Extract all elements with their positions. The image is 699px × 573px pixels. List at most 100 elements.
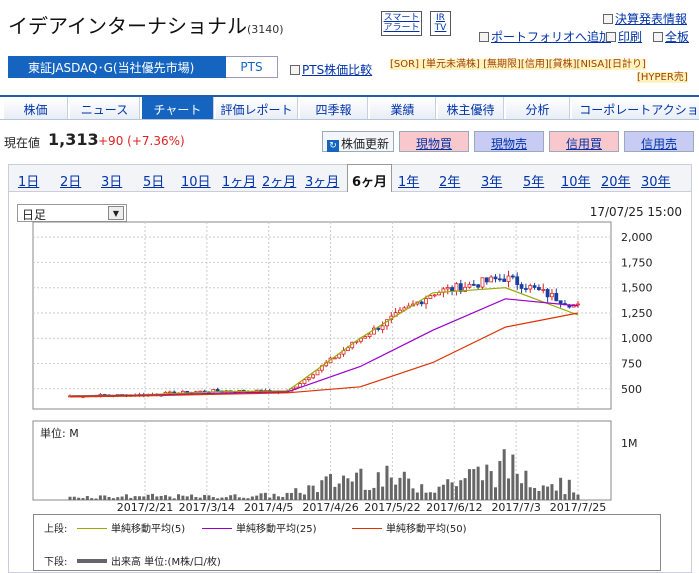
x-tick-label: 2017/3/14 [179, 501, 235, 514]
candle-body [311, 374, 316, 379]
volume-bar [528, 487, 532, 500]
volume-bar [546, 486, 550, 500]
volume-bar [164, 495, 168, 500]
candle-body [380, 325, 385, 330]
volume-bar [103, 495, 107, 500]
candle-body [471, 283, 476, 286]
candle-body [367, 333, 372, 338]
volume-bar [424, 492, 428, 500]
volume-bar [450, 482, 454, 500]
volume-bar [428, 492, 432, 500]
volume-bar [168, 496, 172, 500]
candle-body [519, 284, 524, 289]
volume-bar [185, 496, 189, 500]
volume-bar [433, 492, 437, 500]
volume-bar [233, 494, 237, 500]
volume-bar [181, 495, 185, 500]
candle-body [480, 277, 485, 288]
volume-bar [116, 497, 120, 500]
volume-bar [476, 466, 480, 500]
volume-tick-label: 1M [621, 437, 638, 450]
volume-bar [229, 495, 233, 500]
volume-bar [407, 478, 411, 500]
volume-bar [467, 469, 471, 500]
volume-bar [372, 487, 376, 500]
volume-bar [177, 494, 181, 500]
candle-body [537, 287, 541, 290]
volume-bar [329, 474, 333, 500]
volume-bar [281, 496, 285, 500]
volume-bar [198, 497, 202, 500]
volume-bar [376, 472, 380, 500]
candle-body [445, 287, 450, 290]
volume-bar [276, 496, 280, 500]
candle-body [554, 292, 559, 302]
y-tick-label: 750 [621, 358, 642, 371]
candle-body [510, 275, 515, 278]
candle-body [545, 289, 550, 298]
y-tick-label: 1,500 [621, 282, 653, 295]
volume-bar [394, 484, 398, 500]
volume-bar [124, 494, 128, 500]
x-tick-label: 2017/4/5 [244, 501, 293, 514]
candle-body [497, 278, 502, 281]
volume-bar [250, 496, 254, 500]
x-tick-label: 2017/5/22 [364, 501, 420, 514]
y-tick-label: 2,000 [621, 231, 653, 244]
volume-bar [554, 490, 558, 500]
volume-bar [224, 497, 228, 500]
volume-bar [129, 497, 133, 500]
volume-bar [441, 484, 445, 500]
volume-bar [415, 492, 419, 500]
volume-bar [289, 493, 293, 500]
candle-body [502, 278, 507, 282]
candle-body [476, 284, 481, 288]
volume-bar [420, 484, 424, 500]
volume-bar [85, 496, 89, 500]
price-chart: 2,000 1,750 1,500 1,250 1,000 750 500 1M 2017/2/… [32, 221, 653, 514]
volume-bar [211, 497, 215, 500]
x-tick-label: 2017/6/12 [426, 501, 482, 514]
volume-bar [454, 486, 458, 500]
volume-bar [515, 473, 519, 500]
candle-body [506, 275, 511, 282]
volume-bar [194, 496, 198, 500]
volume-bar [142, 496, 146, 500]
candle-body [454, 283, 459, 292]
candle-body [532, 285, 537, 288]
volume-bar [507, 478, 511, 500]
candle-body [419, 301, 424, 305]
volume-bar [137, 496, 141, 500]
volume-bar [298, 492, 302, 500]
y-tick-label: 1,750 [621, 256, 653, 269]
volume-bar [385, 465, 389, 500]
candle-body [167, 391, 172, 394]
volume-bar [398, 477, 402, 500]
volume-bar [559, 477, 563, 500]
legend-ma25: 単純移動平均(25) [202, 520, 317, 535]
candle-body [428, 295, 433, 299]
candle-body [528, 285, 533, 290]
volume-bar [359, 468, 363, 500]
volume-bar [220, 497, 224, 500]
volume-bar [242, 497, 246, 500]
volume-bar [302, 494, 306, 500]
volume-bar [337, 483, 341, 500]
volume-bar [355, 472, 359, 500]
volume-bar [311, 485, 315, 500]
volume-bar [133, 496, 137, 500]
volume-bar [155, 496, 159, 500]
volume-bar [346, 478, 350, 500]
volume-bar [216, 498, 220, 500]
price-plot-frame [32, 221, 612, 410]
volume-bar [567, 479, 571, 500]
volume-bar [350, 481, 354, 500]
volume-bar [107, 496, 111, 500]
volume-bar [459, 480, 463, 500]
candle-body [541, 289, 546, 291]
candle-body [493, 276, 498, 280]
volume-bar [524, 470, 528, 500]
legend-ma50: 単純移動平均(50) [352, 520, 467, 535]
volume-bar [90, 498, 94, 500]
volume-bar [489, 471, 493, 500]
